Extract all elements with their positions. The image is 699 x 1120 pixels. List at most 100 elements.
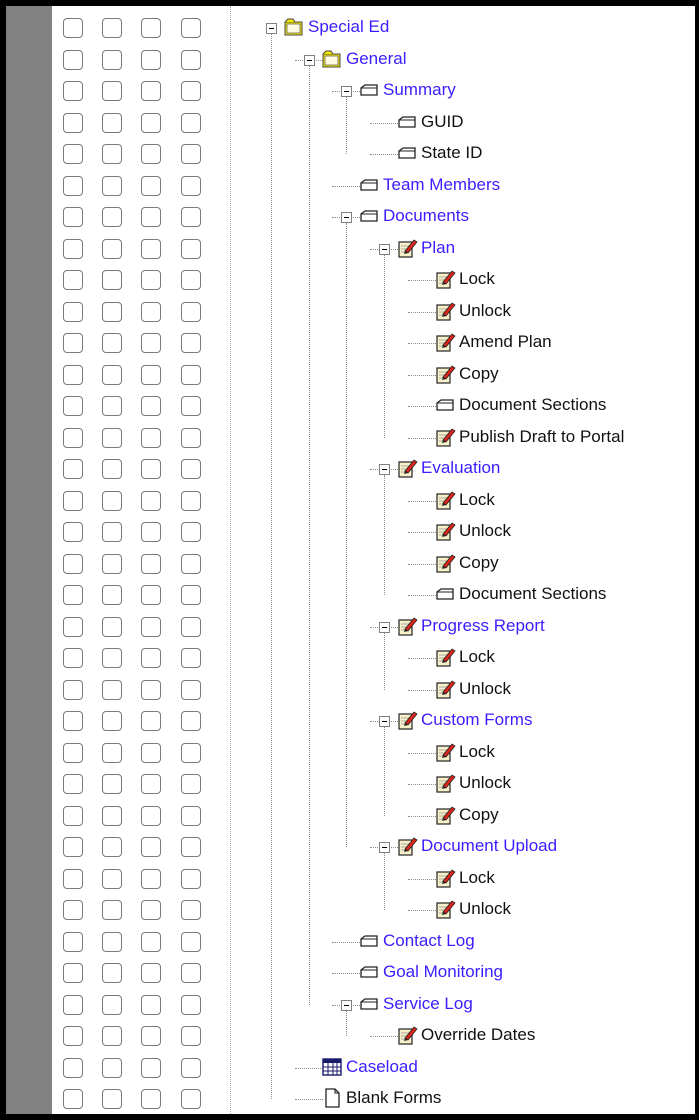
permission-checkbox-3[interactable]	[141, 238, 161, 259]
permission-checkbox-4[interactable]	[181, 648, 201, 668]
permission-checkbox-1[interactable]	[63, 868, 83, 889]
permission-checkbox-3[interactable]	[141, 1057, 161, 1078]
tree-item-label[interactable]: Documents	[383, 206, 469, 226]
permission-checkbox-4[interactable]	[181, 364, 201, 385]
permission-checkbox-4[interactable]	[181, 711, 201, 731]
permission-checkbox-4[interactable]	[181, 490, 201, 511]
tree-item-label[interactable]: Document Upload	[421, 836, 557, 856]
permission-checkbox-4[interactable]	[181, 333, 201, 353]
permission-checkbox-3[interactable]	[141, 175, 161, 196]
permission-checkbox-1[interactable]	[63, 490, 83, 511]
permission-checkbox-4[interactable]	[181, 774, 201, 794]
tree-item-label[interactable]: Plan	[421, 238, 455, 258]
permission-checkbox-4[interactable]	[181, 931, 201, 952]
permission-checkbox-1[interactable]	[63, 301, 83, 322]
permission-checkbox-3[interactable]	[141, 522, 161, 542]
permission-checkbox-3[interactable]	[141, 427, 161, 448]
permission-checkbox-3[interactable]	[141, 711, 161, 731]
permission-checkbox-1[interactable]	[63, 333, 83, 353]
permission-checkbox-4[interactable]	[181, 1026, 201, 1046]
permission-checkbox-2[interactable]	[102, 522, 122, 542]
permission-checkbox-1[interactable]	[63, 1089, 83, 1109]
permission-checkbox-1[interactable]	[63, 364, 83, 385]
permission-checkbox-2[interactable]	[102, 301, 122, 322]
permission-checkbox-3[interactable]	[141, 963, 161, 983]
permission-checkbox-1[interactable]	[63, 81, 83, 101]
permission-checkbox-1[interactable]	[63, 837, 83, 857]
permission-checkbox-1[interactable]	[63, 900, 83, 920]
permission-checkbox-2[interactable]	[102, 81, 122, 101]
collapse-toggle[interactable]	[304, 54, 315, 66]
tree-item-label[interactable]: Team Members	[383, 175, 500, 195]
permission-checkbox-1[interactable]	[63, 648, 83, 668]
permission-checkbox-1[interactable]	[63, 396, 83, 416]
permission-checkbox-1[interactable]	[63, 207, 83, 227]
permission-checkbox-4[interactable]	[181, 175, 201, 196]
permission-checkbox-2[interactable]	[102, 459, 122, 479]
tree-item-label[interactable]: Goal Monitoring	[383, 962, 503, 982]
permission-checkbox-2[interactable]	[102, 18, 122, 38]
tree-item-label[interactable]: Progress Report	[421, 616, 545, 636]
permission-checkbox-1[interactable]	[63, 805, 83, 826]
permission-checkbox-4[interactable]	[181, 396, 201, 416]
permission-checkbox-2[interactable]	[102, 900, 122, 920]
permission-checkbox-4[interactable]	[181, 522, 201, 542]
permission-checkbox-2[interactable]	[102, 1057, 122, 1078]
tree-item-label[interactable]: Evaluation	[421, 458, 500, 478]
permission-checkbox-3[interactable]	[141, 49, 161, 70]
permission-checkbox-4[interactable]	[181, 742, 201, 763]
permission-checkbox-2[interactable]	[102, 711, 122, 731]
permission-checkbox-2[interactable]	[102, 112, 122, 133]
permission-checkbox-2[interactable]	[102, 648, 122, 668]
permission-checkbox-2[interactable]	[102, 396, 122, 416]
permission-checkbox-3[interactable]	[141, 774, 161, 794]
collapse-toggle[interactable]	[379, 842, 390, 853]
permission-checkbox-1[interactable]	[63, 459, 83, 479]
permission-checkbox-2[interactable]	[102, 963, 122, 983]
permission-checkbox-4[interactable]	[181, 18, 201, 38]
permission-checkbox-2[interactable]	[102, 837, 122, 857]
permission-checkbox-4[interactable]	[181, 459, 201, 479]
permission-checkbox-4[interactable]	[181, 144, 201, 164]
permission-checkbox-2[interactable]	[102, 490, 122, 511]
permission-checkbox-2[interactable]	[102, 333, 122, 353]
permission-checkbox-3[interactable]	[141, 144, 161, 164]
permission-checkbox-3[interactable]	[141, 112, 161, 133]
permission-checkbox-3[interactable]	[141, 616, 161, 637]
permission-checkbox-4[interactable]	[181, 238, 201, 259]
permission-checkbox-1[interactable]	[63, 270, 83, 290]
tree-item-label[interactable]: General	[346, 49, 406, 69]
collapse-toggle[interactable]	[379, 716, 390, 727]
permission-checkbox-2[interactable]	[102, 238, 122, 259]
permission-checkbox-2[interactable]	[102, 774, 122, 794]
permission-checkbox-3[interactable]	[141, 805, 161, 826]
permission-checkbox-2[interactable]	[102, 144, 122, 164]
permission-checkbox-2[interactable]	[102, 868, 122, 889]
permission-checkbox-4[interactable]	[181, 837, 201, 857]
permission-checkbox-3[interactable]	[141, 490, 161, 511]
tree-item-label[interactable]: Custom Forms	[421, 710, 532, 730]
permission-checkbox-4[interactable]	[181, 1057, 201, 1078]
permission-checkbox-1[interactable]	[63, 553, 83, 574]
permission-checkbox-3[interactable]	[141, 18, 161, 38]
permission-checkbox-1[interactable]	[63, 711, 83, 731]
permission-checkbox-3[interactable]	[141, 742, 161, 763]
collapse-toggle[interactable]	[341, 86, 352, 97]
permission-checkbox-1[interactable]	[63, 427, 83, 448]
permission-checkbox-3[interactable]	[141, 81, 161, 101]
permission-checkbox-4[interactable]	[181, 427, 201, 448]
permission-checkbox-4[interactable]	[181, 301, 201, 322]
permission-checkbox-3[interactable]	[141, 333, 161, 353]
permission-checkbox-4[interactable]	[181, 553, 201, 574]
permission-checkbox-2[interactable]	[102, 207, 122, 227]
permission-checkbox-3[interactable]	[141, 459, 161, 479]
permission-checkbox-2[interactable]	[102, 364, 122, 385]
permission-checkbox-1[interactable]	[63, 994, 83, 1015]
permission-checkbox-1[interactable]	[63, 679, 83, 700]
permission-checkbox-2[interactable]	[102, 270, 122, 290]
permission-checkbox-2[interactable]	[102, 427, 122, 448]
permission-checkbox-4[interactable]	[181, 270, 201, 290]
collapse-toggle[interactable]	[341, 212, 352, 223]
tree-item-label[interactable]: Contact Log	[383, 931, 475, 951]
permission-checkbox-1[interactable]	[63, 1026, 83, 1046]
